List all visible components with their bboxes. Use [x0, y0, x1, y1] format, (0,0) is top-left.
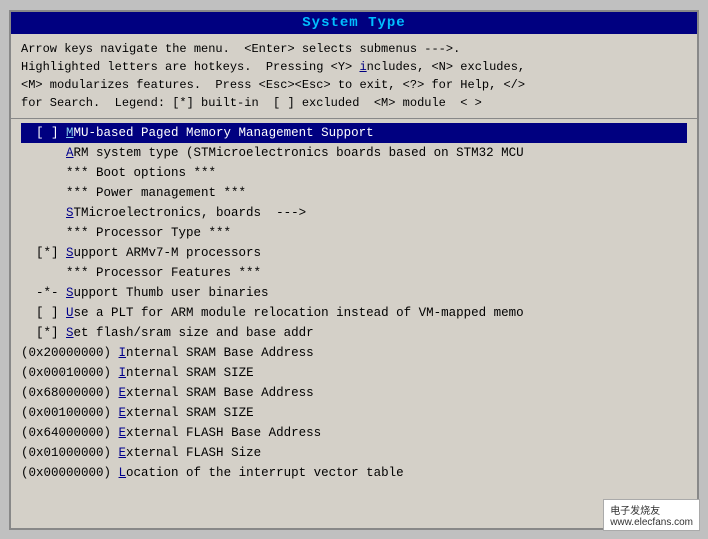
list-item[interactable]: [ ] Use a PLT for ARM module relocation … [21, 303, 687, 323]
list-item[interactable]: (0x01000000) External FLASH Size [21, 443, 687, 463]
list-item: *** Power management *** [21, 183, 687, 203]
list-item[interactable]: [*] Set flash/sram size and base addr [21, 323, 687, 343]
list-item[interactable]: STMicroelectronics, boards ---> [21, 203, 687, 223]
list-item[interactable]: [*] Support ARMv7-M processors [21, 243, 687, 263]
menu-content: [ ] MMU-based Paged Memory Management Su… [11, 119, 697, 528]
help-line1: Arrow keys navigate the menu. <Enter> se… [21, 40, 687, 58]
watermark-site: www.elecfans.com [610, 517, 693, 528]
window-title: System Type [302, 15, 405, 31]
list-item: *** Boot options *** [21, 163, 687, 183]
system-type-window: System Type Arrow keys navigate the menu… [9, 10, 699, 530]
watermark: 电子发烧友 www.elecfans.com [603, 499, 700, 531]
list-item: *** Processor Type *** [21, 223, 687, 243]
list-item[interactable]: -*- Support Thumb user binaries [21, 283, 687, 303]
list-item[interactable]: (0x00010000) Internal SRAM SIZE [21, 363, 687, 383]
help-line2: Highlighted letters are hotkeys. Pressin… [21, 58, 687, 76]
list-item[interactable]: (0x00100000) External SRAM SIZE [21, 403, 687, 423]
list-item[interactable]: [ ] MMU-based Paged Memory Management Su… [21, 123, 687, 143]
help-line3: <M> modularizes features. Press <Esc><Es… [21, 76, 687, 94]
title-bar: System Type [11, 12, 697, 34]
list-item[interactable]: (0x00000000) Location of the interrupt v… [21, 463, 687, 483]
help-line4: for Search. Legend: [*] built-in [ ] exc… [21, 94, 687, 112]
list-item[interactable]: ARM system type (STMicroelectronics boar… [21, 143, 687, 163]
list-item: *** Processor Features *** [21, 263, 687, 283]
watermark-logo: 电子发烧友 [610, 502, 693, 517]
list-item[interactable]: (0x64000000) External FLASH Base Address [21, 423, 687, 443]
help-text-area: Arrow keys navigate the menu. <Enter> se… [11, 34, 697, 119]
list-item[interactable]: (0x20000000) Internal SRAM Base Address [21, 343, 687, 363]
list-item[interactable]: (0x68000000) External SRAM Base Address [21, 383, 687, 403]
